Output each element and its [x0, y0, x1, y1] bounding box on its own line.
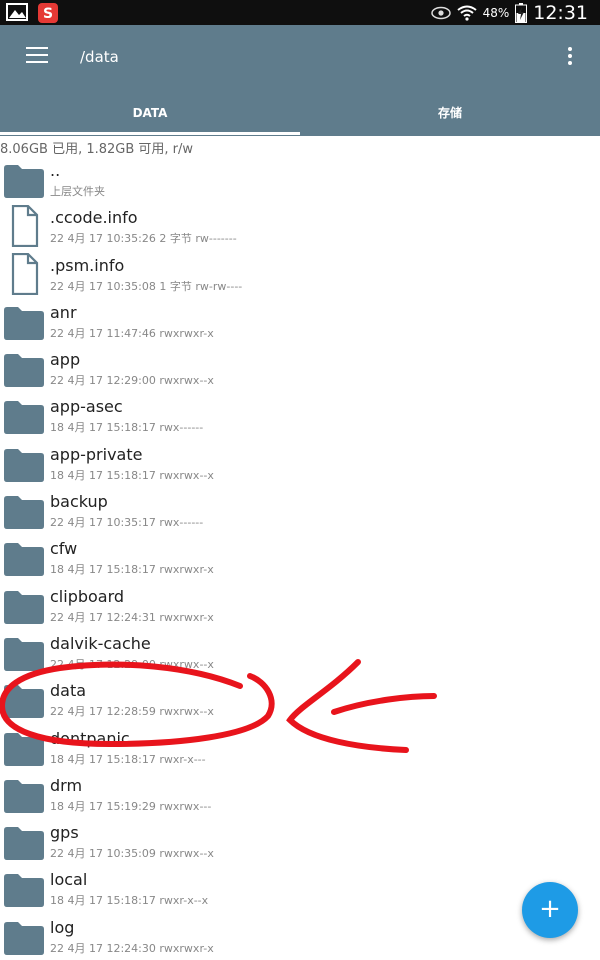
item-name: drm [50, 775, 83, 795]
list-item[interactable]: app-asec 18 4月 17 15:18:17 rwx------ [0, 390, 600, 437]
folder-icon [4, 873, 44, 908]
list-item[interactable]: log 22 4月 17 12:24:30 rwxrwxr-x [0, 911, 600, 958]
list-item[interactable]: dalvik-cache 22 4月 17 12:29:00 rwxrwx--x [0, 627, 600, 674]
list-item[interactable]: gps 22 4月 17 10:35:09 rwxrwx--x [0, 816, 600, 863]
folder-icon [4, 353, 44, 388]
sogou-input-icon: S [38, 3, 58, 23]
file-list: .. 上层文件夹 .ccode.info 22 4月 17 10:35:26 2 字节… [0, 154, 600, 958]
list-item[interactable]: app-private 18 4月 17 15:18:17 rwxrwx--x [0, 438, 600, 485]
list-item[interactable]: dontpanic 18 4月 17 15:18:17 rwxr-x--- [0, 722, 600, 769]
list-item[interactable]: .ccode.info 22 4月 17 10:35:26 2 字节 rw----… [0, 201, 600, 248]
folder-icon [4, 921, 44, 955]
item-meta: 22 4月 17 10:35:17 rwx------ [50, 516, 204, 530]
item-meta: 22 4月 17 10:35:08 1 字节 rw-rw---- [50, 279, 243, 293]
folder-icon [4, 684, 44, 719]
battery-percent: 48% [482, 5, 510, 20]
item-name: app-asec [50, 397, 123, 417]
item-meta: 18 4月 17 15:18:17 rwxrwx--x [50, 468, 214, 482]
item-meta: 18 4月 17 15:18:17 rwx------ [50, 421, 204, 435]
status-bar: S 48% 12:31 [0, 0, 600, 25]
folder-icon [4, 732, 44, 766]
list-item[interactable]: drm 18 4月 17 15:19:29 rwxrwx--- [0, 769, 600, 816]
clock: 12:31 [533, 1, 588, 24]
svg-text:S: S [43, 6, 53, 22]
list-item[interactable]: anr 22 4月 17 11:47:46 rwxrwxr-x [0, 296, 600, 343]
battery-charging-icon [515, 2, 528, 23]
item-name: .ccode.info [50, 208, 138, 228]
list-item[interactable]: local 18 4月 17 15:18:17 rwxr-x--x [0, 863, 600, 910]
item-name: cfw [50, 539, 78, 559]
item-name: .psm.info [50, 255, 125, 275]
list-item[interactable]: data 22 4月 17 12:28:59 rwxrwx--x [0, 674, 600, 721]
list-item[interactable]: .psm.info 22 4月 17 10:35:08 1 字节 rw-rw---… [0, 249, 600, 296]
tab-storage[interactable]: 存储 [300, 95, 600, 136]
folder-icon [4, 306, 44, 340]
item-name: app [50, 350, 81, 370]
item-meta: 22 4月 17 12:24:31 rwxrwxr-x [50, 610, 214, 624]
item-meta: 18 4月 17 15:18:17 rwxr-x--- [50, 752, 206, 766]
item-meta: 22 4月 17 12:29:00 rwxrwx--x [50, 374, 214, 388]
item-name: dontpanic [50, 728, 130, 748]
current-path: /data [80, 48, 119, 66]
item-name: gps [50, 823, 79, 843]
item-meta: 18 4月 17 15:18:17 rwxr-x--x [50, 894, 209, 908]
folder-icon [4, 542, 44, 577]
tab-indicator [0, 132, 300, 135]
overflow-menu-icon[interactable] [560, 47, 580, 67]
folder-icon [4, 164, 44, 198]
folder-icon [4, 779, 44, 813]
item-meta: 22 4月 17 10:35:26 2 字节 rw------- [50, 232, 237, 246]
item-name: log [50, 917, 75, 937]
item-meta: 22 4月 17 12:29:00 rwxrwx--x [50, 657, 214, 671]
file-icon [4, 252, 44, 295]
item-name: dalvik-cache [50, 633, 151, 653]
list-item[interactable]: .. 上层文件夹 [0, 154, 600, 201]
item-meta: 上层文件夹 [50, 185, 105, 198]
list-item[interactable]: cfw 18 4月 17 15:18:17 rwxrwxr-x [0, 532, 600, 579]
item-name: anr [50, 302, 77, 322]
wifi-icon [456, 5, 477, 21]
gallery-icon [6, 3, 28, 21]
list-item[interactable]: backup 22 4月 17 10:35:17 rwx------ [0, 485, 600, 532]
item-name: data [50, 681, 87, 701]
folder-icon [4, 495, 44, 530]
folder-icon [4, 637, 44, 671]
item-meta: 18 4月 17 15:18:17 rwxrwxr-x [50, 563, 214, 577]
item-meta: 22 4月 17 12:28:59 rwxrwx--x [50, 705, 214, 719]
list-item[interactable]: app 22 4月 17 12:29:00 rwxrwx--x [0, 343, 600, 390]
item-meta: 22 4月 17 11:47:46 rwxrwxr-x [50, 326, 214, 340]
item-name: backup [50, 492, 108, 512]
add-fab-button[interactable]: + [522, 882, 578, 938]
hamburger-menu-icon[interactable] [26, 47, 48, 65]
folder-icon [4, 590, 44, 624]
folder-icon [4, 826, 44, 861]
app-bar: /data DATA 存储 [0, 25, 600, 136]
file-icon [4, 205, 44, 248]
eye-icon [430, 6, 451, 19]
item-meta: 22 4月 17 10:35:09 rwxrwx--x [50, 847, 214, 861]
list-item[interactable]: clipboard 22 4月 17 12:24:31 rwxrwxr-x [0, 580, 600, 627]
tab-data[interactable]: DATA [0, 95, 300, 136]
item-name: app-private [50, 444, 143, 464]
item-name: clipboard [50, 586, 125, 606]
item-name: local [50, 870, 88, 890]
folder-icon [4, 400, 44, 435]
item-meta: 18 4月 17 15:19:29 rwxrwx--- [50, 799, 212, 813]
item-meta: 22 4月 17 12:24:30 rwxrwxr-x [50, 941, 214, 955]
folder-icon [4, 448, 44, 482]
item-name: .. [50, 161, 61, 180]
